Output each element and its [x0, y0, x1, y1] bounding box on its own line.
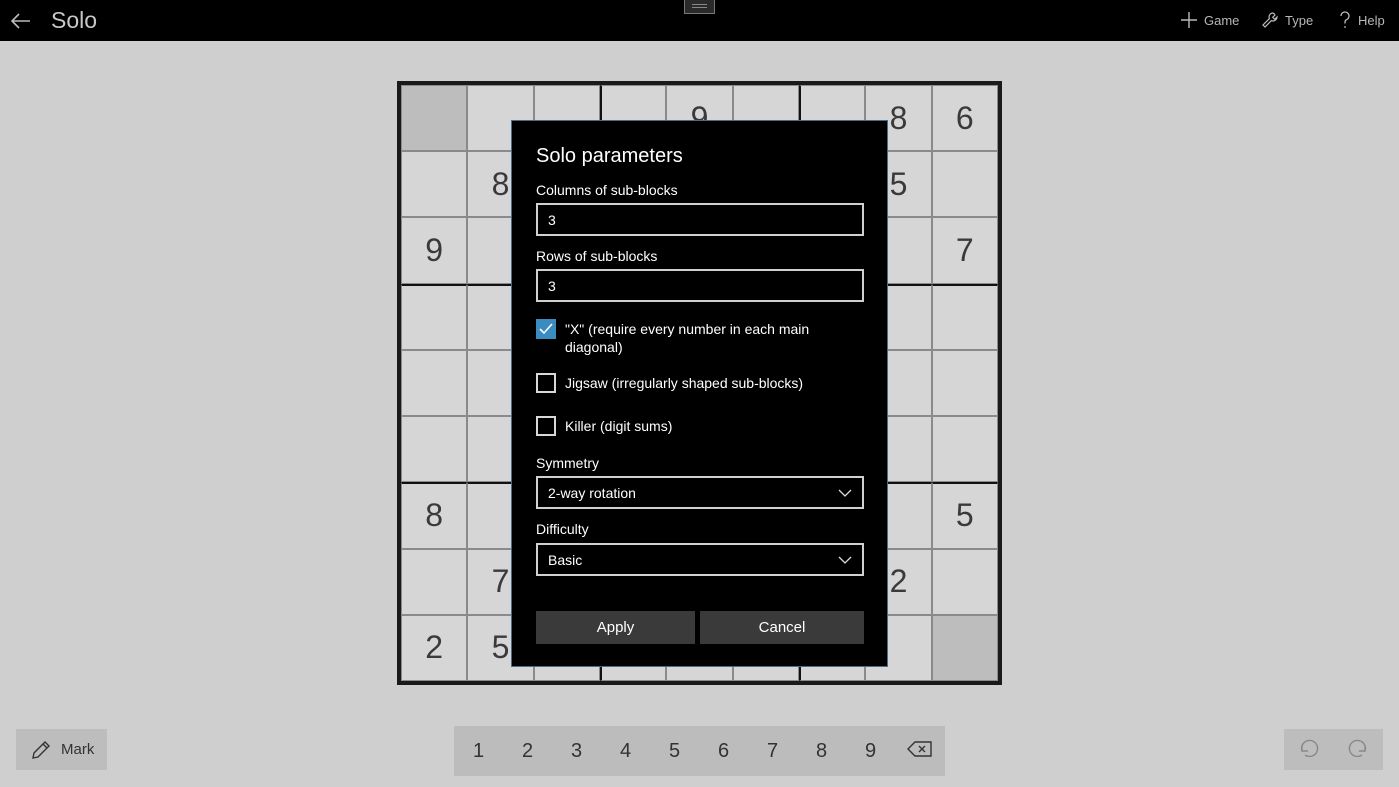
- difficulty-select[interactable]: Basic: [536, 543, 864, 576]
- number-button-1[interactable]: 1: [454, 740, 503, 763]
- symmetry-label: Symmetry: [536, 455, 599, 471]
- jigsaw-label: Jigsaw (irregularly shaped sub-blocks): [565, 375, 804, 391]
- backspace-button[interactable]: [895, 740, 944, 763]
- mark-button-label: Mark: [61, 741, 95, 758]
- undo-button[interactable]: [1298, 737, 1320, 762]
- board-cell[interactable]: [401, 85, 468, 152]
- board-cell[interactable]: [931, 349, 998, 417]
- checkmark-icon: [539, 323, 553, 335]
- x-diagonal-option[interactable]: "X" (require every number in each main d…: [536, 319, 866, 356]
- difficulty-label: Difficulty: [536, 521, 589, 537]
- backspace-icon: [906, 740, 932, 757]
- pencil-icon: [32, 740, 50, 759]
- board-cell[interactable]: 2: [401, 614, 468, 681]
- killer-label: Killer (digit sums): [565, 418, 673, 434]
- symmetry-value: 2-way rotation: [548, 484, 636, 501]
- cancel-button[interactable]: Cancel: [700, 611, 864, 644]
- board-cell[interactable]: [401, 416, 468, 483]
- board-cell[interactable]: [931, 151, 998, 218]
- redo-icon: [1348, 739, 1367, 758]
- help-menu-button[interactable]: Help: [1338, 9, 1385, 31]
- chevron-down-icon: [838, 489, 852, 497]
- number-pad: 123456789: [454, 726, 945, 776]
- x-diagonal-checkbox[interactable]: [536, 319, 556, 339]
- board-cell[interactable]: [931, 614, 998, 681]
- game-menu-label: Game: [1204, 12, 1240, 28]
- killer-option[interactable]: Killer (digit sums): [536, 416, 866, 436]
- drag-grip-icon[interactable]: [684, 0, 715, 14]
- number-button-5[interactable]: 5: [650, 740, 699, 763]
- app-title: Solo: [51, 7, 98, 33]
- board-cell[interactable]: [401, 349, 468, 417]
- columns-field[interactable]: [536, 203, 864, 236]
- board-cell[interactable]: [401, 151, 468, 218]
- mark-button[interactable]: Mark: [16, 729, 107, 770]
- board-cell[interactable]: 8: [401, 482, 468, 549]
- rows-label: Rows of sub-blocks: [536, 248, 658, 264]
- redo-button[interactable]: [1347, 737, 1369, 762]
- plus-icon: [1181, 12, 1197, 28]
- difficulty-value: Basic: [548, 551, 583, 568]
- killer-checkbox[interactable]: [536, 416, 556, 436]
- question-mark-icon: [1340, 11, 1350, 28]
- board-cell[interactable]: 7: [931, 217, 998, 284]
- number-button-2[interactable]: 2: [503, 740, 552, 763]
- rows-input[interactable]: [548, 277, 852, 294]
- x-diagonal-label: "X" (require every number in each main d…: [565, 321, 810, 355]
- back-arrow-icon: [11, 13, 30, 29]
- back-button[interactable]: [6, 6, 36, 36]
- number-button-9[interactable]: 9: [846, 740, 895, 763]
- number-button-3[interactable]: 3: [552, 740, 601, 763]
- chevron-down-icon: [838, 556, 852, 564]
- symmetry-select[interactable]: 2-way rotation: [536, 476, 864, 509]
- jigsaw-option[interactable]: Jigsaw (irregularly shaped sub-blocks): [536, 373, 866, 393]
- title-bar: Solo Game Type Help: [0, 0, 1399, 41]
- undo-icon: [1300, 739, 1319, 758]
- board-cell[interactable]: 6: [931, 85, 998, 152]
- type-menu-button[interactable]: Type: [1261, 9, 1313, 31]
- board-cell[interactable]: 5: [931, 482, 998, 549]
- columns-input[interactable]: [548, 211, 852, 228]
- number-button-7[interactable]: 7: [748, 740, 797, 763]
- board-cell[interactable]: 9: [401, 217, 468, 284]
- board-cell[interactable]: [931, 548, 998, 615]
- game-menu-button[interactable]: Game: [1180, 9, 1239, 31]
- rows-field[interactable]: [536, 269, 864, 302]
- solo-parameters-dialog: Solo parameters Columns of sub-blocks Ro…: [511, 120, 888, 667]
- board-cell[interactable]: [931, 283, 998, 350]
- board-cell[interactable]: [931, 416, 998, 483]
- columns-label: Columns of sub-blocks: [536, 182, 678, 198]
- wrench-icon: [1262, 12, 1278, 28]
- number-button-6[interactable]: 6: [699, 740, 748, 763]
- jigsaw-checkbox[interactable]: [536, 373, 556, 393]
- undo-redo-group: [1284, 729, 1383, 770]
- board-cell[interactable]: [401, 548, 468, 615]
- board-cell[interactable]: [401, 283, 468, 350]
- help-menu-label: Help: [1358, 12, 1385, 28]
- apply-button[interactable]: Apply: [536, 611, 695, 644]
- type-menu-label: Type: [1285, 12, 1314, 28]
- number-button-8[interactable]: 8: [797, 740, 846, 763]
- dialog-title: Solo parameters: [536, 145, 683, 167]
- number-button-4[interactable]: 4: [601, 740, 650, 763]
